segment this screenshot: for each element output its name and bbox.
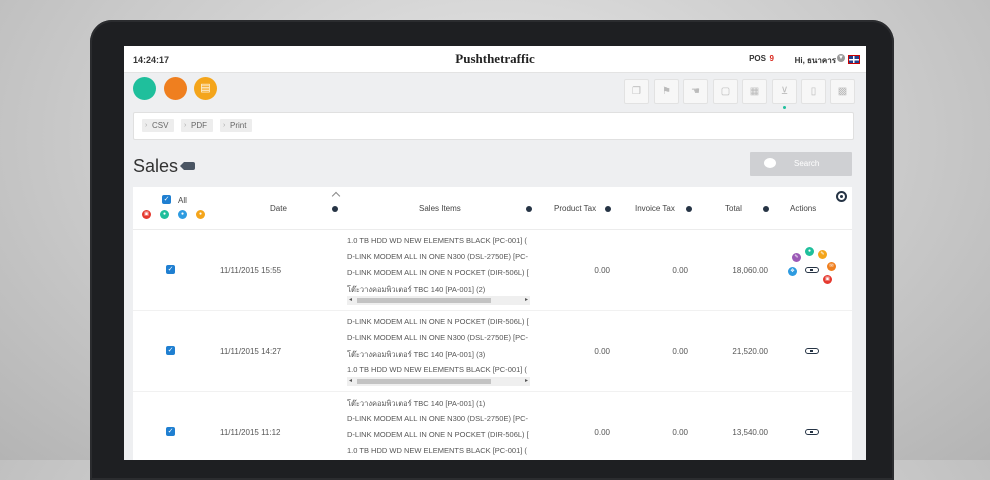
items-scrollbar[interactable]: ◂ ▸	[347, 377, 530, 386]
user-action-icon[interactable]: ●	[805, 247, 814, 256]
toolbar-box-icon[interactable]: ▢	[713, 79, 738, 104]
pos-link[interactable]: POS	[749, 54, 766, 63]
all-label: All	[178, 196, 187, 205]
edit-action-icon[interactable]: ✎	[818, 250, 827, 259]
col-invoice-tax[interactable]: Invoice Tax	[635, 204, 675, 213]
user-greeting[interactable]: Hi, ธนาคาร	[795, 54, 836, 67]
sales-item: โต๊ะวางคอมพิวเตอร์ TBC 140 [PA-001] (2)	[347, 285, 486, 294]
sales-item: 1.0 TB HDD WD NEW ELEMENTS BLACK [PC-001…	[347, 365, 527, 374]
row-checkbox[interactable]: ✓	[166, 346, 175, 355]
items-scrollbar[interactable]: ◂ ▸	[347, 296, 530, 305]
filter-amber-icon[interactable]: ●	[196, 210, 205, 219]
app-screen: 14:24:17 Pushthetraffic POS 9 Hi, ธนาคาร…	[124, 46, 866, 460]
sales-item: D-LINK MODEM ALL IN ONE N300 (DSL-2750E)…	[347, 414, 529, 423]
printer-icon: ▤	[200, 82, 211, 94]
search-button[interactable]: Search	[750, 152, 852, 176]
link-icon[interactable]	[805, 348, 819, 354]
delete-action-icon[interactable]: ▣	[823, 275, 832, 284]
row-date: 11/11/2015 15:55	[220, 266, 282, 275]
move-action-icon[interactable]: ✥	[788, 267, 797, 276]
col-date[interactable]: Date	[270, 204, 287, 213]
sales-item: D-LINK MODEM ALL IN ONE N POCKET (DIR-50…	[347, 268, 529, 277]
col-product-tax[interactable]: Product Tax	[554, 204, 596, 213]
view-action-icon[interactable]: ✎	[792, 253, 801, 262]
email-action-icon[interactable]: ✉	[827, 262, 836, 271]
row-date: 11/11/2015 14:27	[220, 347, 282, 356]
invoice-tax-value: 0.00	[672, 266, 688, 275]
export-bar: CSV PDF Print	[133, 112, 854, 140]
col-sales-items[interactable]: Sales Items	[419, 204, 461, 213]
toolbar-calendar-icon[interactable]: ▦	[742, 79, 767, 104]
settings-ring-icon[interactable]	[836, 191, 847, 202]
row-checkbox[interactable]: ✓	[166, 427, 175, 436]
link-icon[interactable]	[805, 429, 819, 435]
total-sort-dot-icon[interactable]	[763, 206, 769, 212]
csv-button[interactable]: CSV	[142, 119, 175, 132]
sales-item: D-LINK MODEM ALL IN ONE N POCKET (DIR-50…	[347, 317, 529, 326]
toolbar-cart-icon[interactable]: ⊻	[772, 79, 797, 109]
row-date: 11/11/2015 11:12	[220, 428, 281, 437]
sales-item: D-LINK MODEM ALL IN ONE N300 (DSL-2750E)…	[347, 333, 529, 342]
chevron-down-icon[interactable]: ▼	[837, 54, 845, 62]
toolbar-flag-icon[interactable]: ⚑	[654, 79, 679, 104]
chat-bubble-icon	[764, 158, 776, 168]
print-button[interactable]: ▤	[194, 77, 217, 100]
total-value: 21,520.00	[732, 347, 768, 356]
items-sort-dot-icon[interactable]	[526, 206, 532, 212]
table-header: ✓ All ▣ ● ● ● Date Sales Items Product T…	[133, 187, 852, 230]
table-row[interactable]: ✓ 11/11/2015 15:55 1.0 TB HDD WD NEW ELE…	[133, 230, 852, 311]
product-tax-value: 0.00	[594, 266, 610, 275]
teal-action-button[interactable]	[133, 77, 156, 100]
link-icon[interactable]	[805, 267, 819, 273]
total-value: 18,060.00	[732, 266, 768, 275]
filter-trash-icon[interactable]: ▣	[142, 210, 151, 219]
invoice-tax-sort-dot-icon[interactable]	[686, 206, 692, 212]
table-row[interactable]: ✓ 11/11/2015 14:27 D-LINK MODEM ALL IN O…	[133, 311, 852, 392]
toolbar-copy-icon[interactable]: ❐	[624, 79, 649, 104]
invoice-tax-value: 0.00	[672, 347, 688, 356]
sales-item: 1.0 TB HDD WD NEW ELEMENTS BLACK [PC-001…	[347, 236, 527, 245]
product-tax-value: 0.00	[594, 347, 610, 356]
sales-item: โต๊ะวางคอมพิวเตอร์ TBC 140 [PA-001] (1)	[347, 399, 486, 408]
select-all-checkbox[interactable]: ✓	[162, 195, 171, 204]
sort-up-icon[interactable]	[331, 191, 341, 201]
filter-teal-icon[interactable]: ●	[160, 210, 169, 219]
orange-action-button[interactable]	[164, 77, 187, 100]
col-actions: Actions	[790, 204, 817, 213]
top-bar: 14:24:17 Pushthetraffic POS 9 Hi, ธนาคาร…	[124, 46, 866, 73]
tag-icon	[180, 162, 195, 170]
date-sort-dot-icon[interactable]	[332, 206, 338, 212]
page-title: Sales	[133, 156, 179, 176]
toolbar-hand-icon[interactable]: ☚	[683, 79, 708, 104]
uk-flag-icon[interactable]	[848, 55, 860, 64]
print-export-button[interactable]: Print	[220, 119, 253, 132]
toolbar-grid-icon[interactable]: ▩	[830, 79, 855, 104]
pos-count-badge: 9	[769, 54, 774, 63]
sales-table: ✓ All ▣ ● ● ● Date Sales Items Product T…	[133, 187, 852, 460]
col-total[interactable]: Total	[725, 204, 742, 213]
toolbar-columns-icon[interactable]: ▯	[801, 79, 826, 104]
pdf-button[interactable]: PDF	[181, 119, 213, 132]
sales-item: D-LINK MODEM ALL IN ONE N300 (DSL-2750E)…	[347, 252, 529, 261]
sales-item: โต๊ะวางคอมพิวเตอร์ TBC 140 [PA-001] (3)	[347, 350, 486, 359]
filter-blue-icon[interactable]: ●	[178, 210, 187, 219]
sales-item: D-LINK MODEM ALL IN ONE N POCKET (DIR-50…	[347, 430, 529, 439]
product-tax-sort-dot-icon[interactable]	[605, 206, 611, 212]
sales-item: 1.0 TB HDD WD NEW ELEMENTS BLACK [PC-001…	[347, 446, 527, 455]
product-tax-value: 0.00	[594, 428, 610, 437]
invoice-tax-value: 0.00	[672, 428, 688, 437]
table-row[interactable]: ✓ 11/11/2015 11:12 โต๊ะวางคอมพิวเตอร์ TB…	[133, 392, 852, 460]
row-checkbox[interactable]: ✓	[166, 265, 175, 274]
search-label: Search	[794, 159, 820, 168]
total-value: 13,540.00	[732, 428, 768, 437]
